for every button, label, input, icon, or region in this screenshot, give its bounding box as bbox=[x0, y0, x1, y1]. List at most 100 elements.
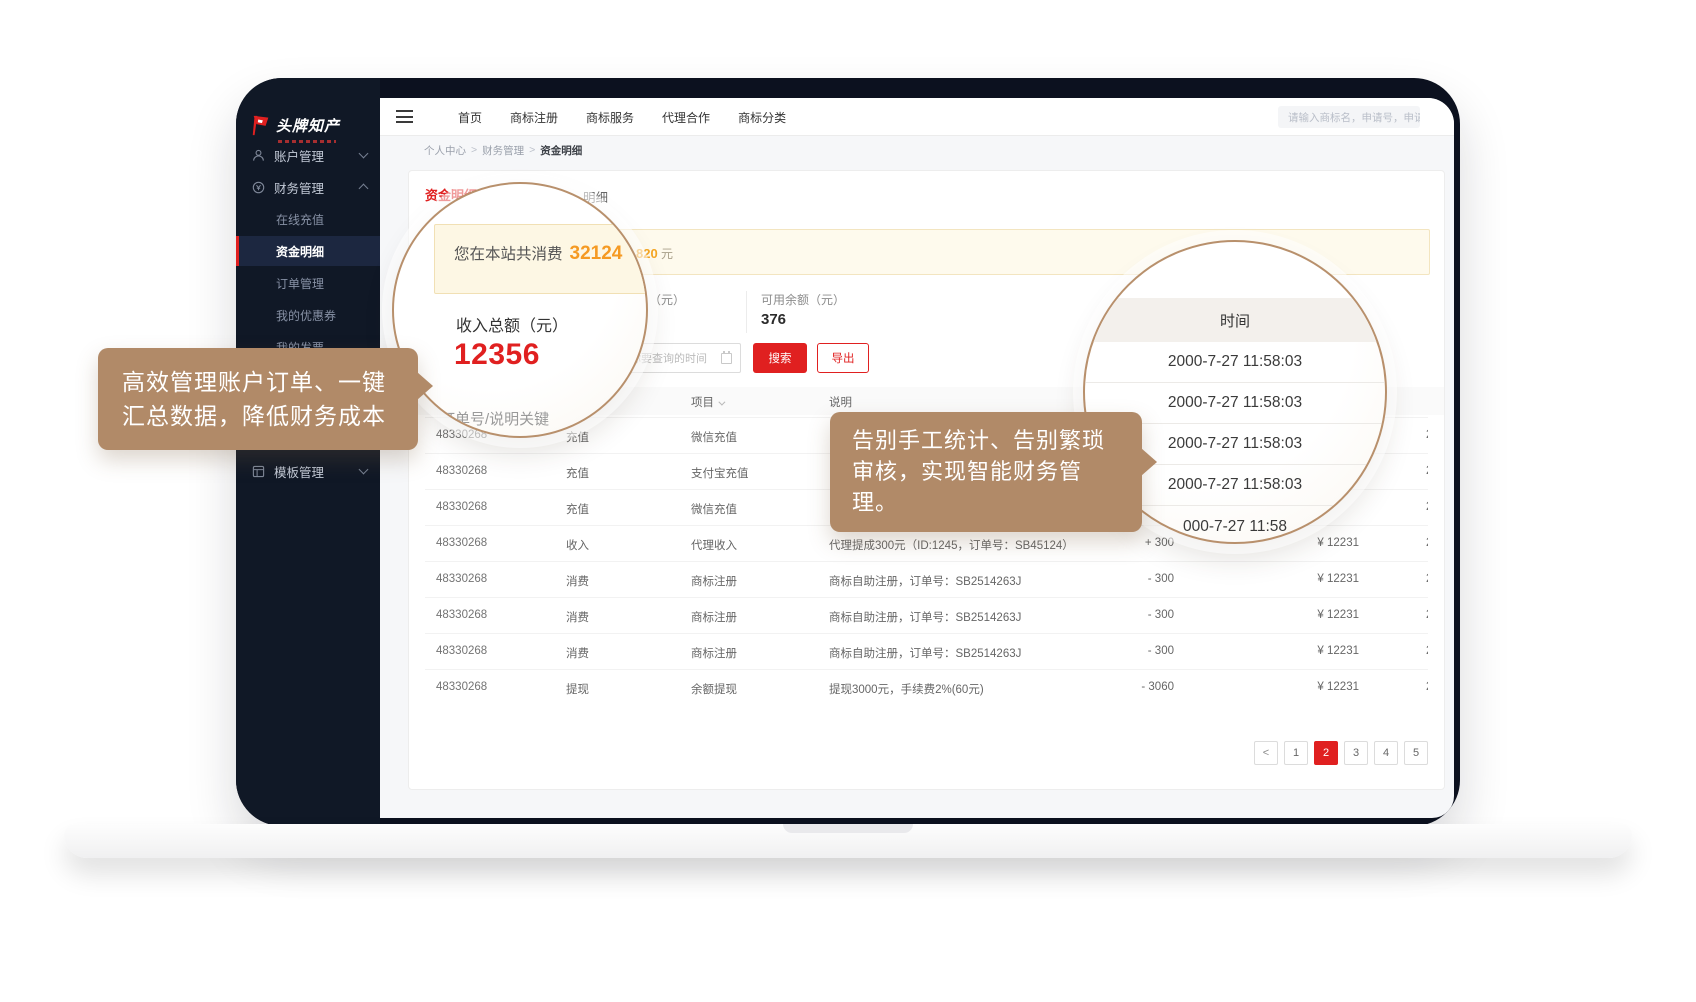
breadcrumb-item[interactable]: 个人中心 bbox=[424, 143, 466, 158]
cell-type: 消费 bbox=[566, 609, 589, 625]
cell-project: 代理收入 bbox=[691, 537, 737, 553]
banner-unit: 元 bbox=[661, 247, 673, 261]
laptop-base bbox=[64, 824, 1632, 858]
breadcrumb-separator: > bbox=[471, 144, 477, 156]
search-placeholder: 请输入商标名，申请号，申请人 bbox=[1288, 110, 1420, 125]
topnav-item-2[interactable]: 商标服务 bbox=[586, 109, 634, 126]
chevron-down-icon bbox=[359, 149, 369, 159]
sidebar-item-account[interactable]: 账户管理 bbox=[236, 140, 380, 170]
cell-type: 提现 bbox=[566, 681, 589, 697]
laptop-base-notch bbox=[783, 824, 913, 833]
stat-available-value: 376 bbox=[761, 311, 786, 328]
cell-type: 充值 bbox=[566, 465, 589, 481]
callout-line: 理。 bbox=[852, 487, 1120, 518]
topnav-item-0[interactable]: 首页 bbox=[458, 109, 482, 126]
logo-text: 头牌知产 bbox=[276, 115, 340, 136]
topnav-item-1[interactable]: 商标注册 bbox=[510, 109, 558, 126]
sidebar-subitem-3[interactable]: 我的优惠券 bbox=[236, 300, 380, 330]
cell-time: 2 bbox=[1426, 501, 1428, 513]
cell-desc: 商标自助注册，订单号：SB2514263J bbox=[829, 573, 1021, 589]
cell-order: 48330268 bbox=[436, 681, 487, 693]
cell-order: 48330268 bbox=[436, 465, 487, 477]
sidebar-item-template[interactable]: 模板管理 bbox=[236, 456, 380, 486]
cell-time: 2 bbox=[1426, 465, 1428, 477]
column-header-project[interactable]: 项目 bbox=[691, 394, 723, 410]
column-header-desc: 说明 bbox=[829, 394, 852, 410]
stat-divider bbox=[746, 291, 747, 333]
sidebar-subitem-2[interactable]: 订单管理 bbox=[236, 268, 380, 298]
page-button-4[interactable]: 4 bbox=[1374, 741, 1398, 765]
sidebar: 头牌知产 账户管理 财务管理 bbox=[236, 78, 380, 826]
callout-right: 告别手工统计、告别繁琐审核，实现智能财务管理。 bbox=[830, 412, 1142, 532]
magnified-time-row: 2000-7-27 11:58:03 bbox=[1085, 342, 1385, 383]
table-row: 48330268消费商标注册商标自助注册，订单号：SB2514263J- 300… bbox=[425, 633, 1428, 669]
brand-flag-icon bbox=[250, 114, 272, 136]
magnified-input-placeholder-fragment: 订单号/说明关键 bbox=[440, 408, 549, 429]
user-icon bbox=[252, 149, 265, 162]
page-prev-button[interactable]: < bbox=[1254, 741, 1278, 765]
callout-arrow-icon bbox=[1141, 448, 1157, 476]
cell-time: 2 bbox=[1426, 537, 1428, 549]
callout-arrow-icon bbox=[417, 372, 433, 400]
topnav-item-3[interactable]: 代理合作 bbox=[662, 109, 710, 126]
sidebar-item-label: 模板管理 bbox=[274, 462, 324, 481]
pagination: <12345 bbox=[1248, 741, 1428, 765]
topnav-item-4[interactable]: 商标分类 bbox=[738, 109, 786, 126]
topbar: 首页 商标注册 商标服务 代理合作 商标分类 请输入商标名，申请号，申请人 bbox=[380, 98, 1454, 136]
callout-left: 高效管理账户订单、一键汇总数据，降低财务成本 bbox=[98, 348, 418, 450]
breadcrumb-item-current: 资金明细 bbox=[540, 143, 582, 158]
callout-line: 审核，实现智能财务管 bbox=[852, 456, 1120, 487]
cell-desc: 商标自助注册，订单号：SB2514263J bbox=[829, 645, 1021, 661]
cell-desc: 商标自助注册，订单号：SB2514263J bbox=[829, 609, 1021, 625]
page-button-1[interactable]: 1 bbox=[1284, 741, 1308, 765]
hamburger-menu-icon[interactable] bbox=[396, 110, 413, 123]
sidebar-subitem-0[interactable]: 在线充值 bbox=[236, 204, 380, 234]
sort-caret-icon bbox=[718, 399, 725, 406]
callout-line: 告别手工统计、告别繁琐 bbox=[852, 425, 1120, 456]
chevron-down-icon bbox=[359, 465, 369, 475]
page-button-5[interactable]: 5 bbox=[1404, 741, 1428, 765]
callout-line: 高效管理账户订单、一键 bbox=[122, 365, 394, 399]
calendar-icon bbox=[721, 353, 732, 364]
cell-time: 2 bbox=[1426, 573, 1428, 585]
cell-project: 微信充值 bbox=[691, 501, 737, 517]
breadcrumb: 个人中心 > 财务管理 > 资金明细 bbox=[380, 136, 1454, 164]
cell-type: 消费 bbox=[566, 645, 589, 661]
cell-amount: - 300 bbox=[1148, 645, 1174, 657]
magnified-time-header: 时间 bbox=[1085, 298, 1385, 342]
stat-mid-label-fragment: （元） bbox=[649, 291, 685, 308]
magnified-income-value: 12356 bbox=[454, 338, 540, 372]
cell-time: 2 bbox=[1426, 429, 1428, 441]
sidebar-item-label: 财务管理 bbox=[274, 178, 324, 197]
search-input[interactable]: 请输入商标名，申请号，申请人 bbox=[1278, 106, 1420, 128]
table-row: 48330268消费商标注册商标自助注册，订单号：SB2514263J- 300… bbox=[425, 561, 1428, 597]
export-button[interactable]: 导出 bbox=[817, 343, 869, 373]
magnified-banner-text: 您在本站共消费 32124 bbox=[454, 242, 622, 265]
cell-amount: - 300 bbox=[1148, 609, 1174, 621]
cell-order: 48330268 bbox=[436, 537, 487, 549]
cell-project: 微信充值 bbox=[691, 429, 737, 445]
breadcrumb-item[interactable]: 财务管理 bbox=[482, 143, 524, 158]
magnified-income-label: 收入总额（元） bbox=[456, 312, 568, 336]
cell-project: 商标注册 bbox=[691, 573, 737, 589]
sidebar-item-finance[interactable]: 财务管理 bbox=[236, 172, 380, 202]
cell-order: 48330268 bbox=[436, 609, 487, 621]
page-button-3[interactable]: 3 bbox=[1344, 741, 1368, 765]
table-row: 48330268提现余额提现提现3000元，手续费2%(60元)- 3060¥ … bbox=[425, 669, 1428, 705]
sidebar-subitem-1[interactable]: 资金明细 bbox=[236, 236, 380, 266]
stage: 头牌知产 账户管理 财务管理 bbox=[0, 0, 1696, 1002]
cell-project: 余额提现 bbox=[691, 681, 737, 697]
logo[interactable]: 头牌知产 bbox=[250, 114, 340, 136]
cell-balance: ¥ 12231 bbox=[1317, 609, 1359, 621]
cell-order: 48330268 bbox=[436, 573, 487, 585]
search-button[interactable]: 搜索 bbox=[753, 343, 807, 373]
sidebar-item-label: 账户管理 bbox=[274, 146, 324, 165]
cell-project: 商标注册 bbox=[691, 645, 737, 661]
cell-type: 收入 bbox=[566, 537, 589, 553]
cell-time: 2 bbox=[1426, 609, 1428, 621]
page-button-2[interactable]: 2 bbox=[1314, 741, 1338, 765]
cell-desc: 提现3000元，手续费2%(60元) bbox=[829, 681, 984, 697]
cell-time: 2 bbox=[1426, 645, 1428, 657]
magnified-banner-amount: 32124 bbox=[570, 243, 623, 265]
cell-project: 支付宝充值 bbox=[691, 465, 749, 481]
